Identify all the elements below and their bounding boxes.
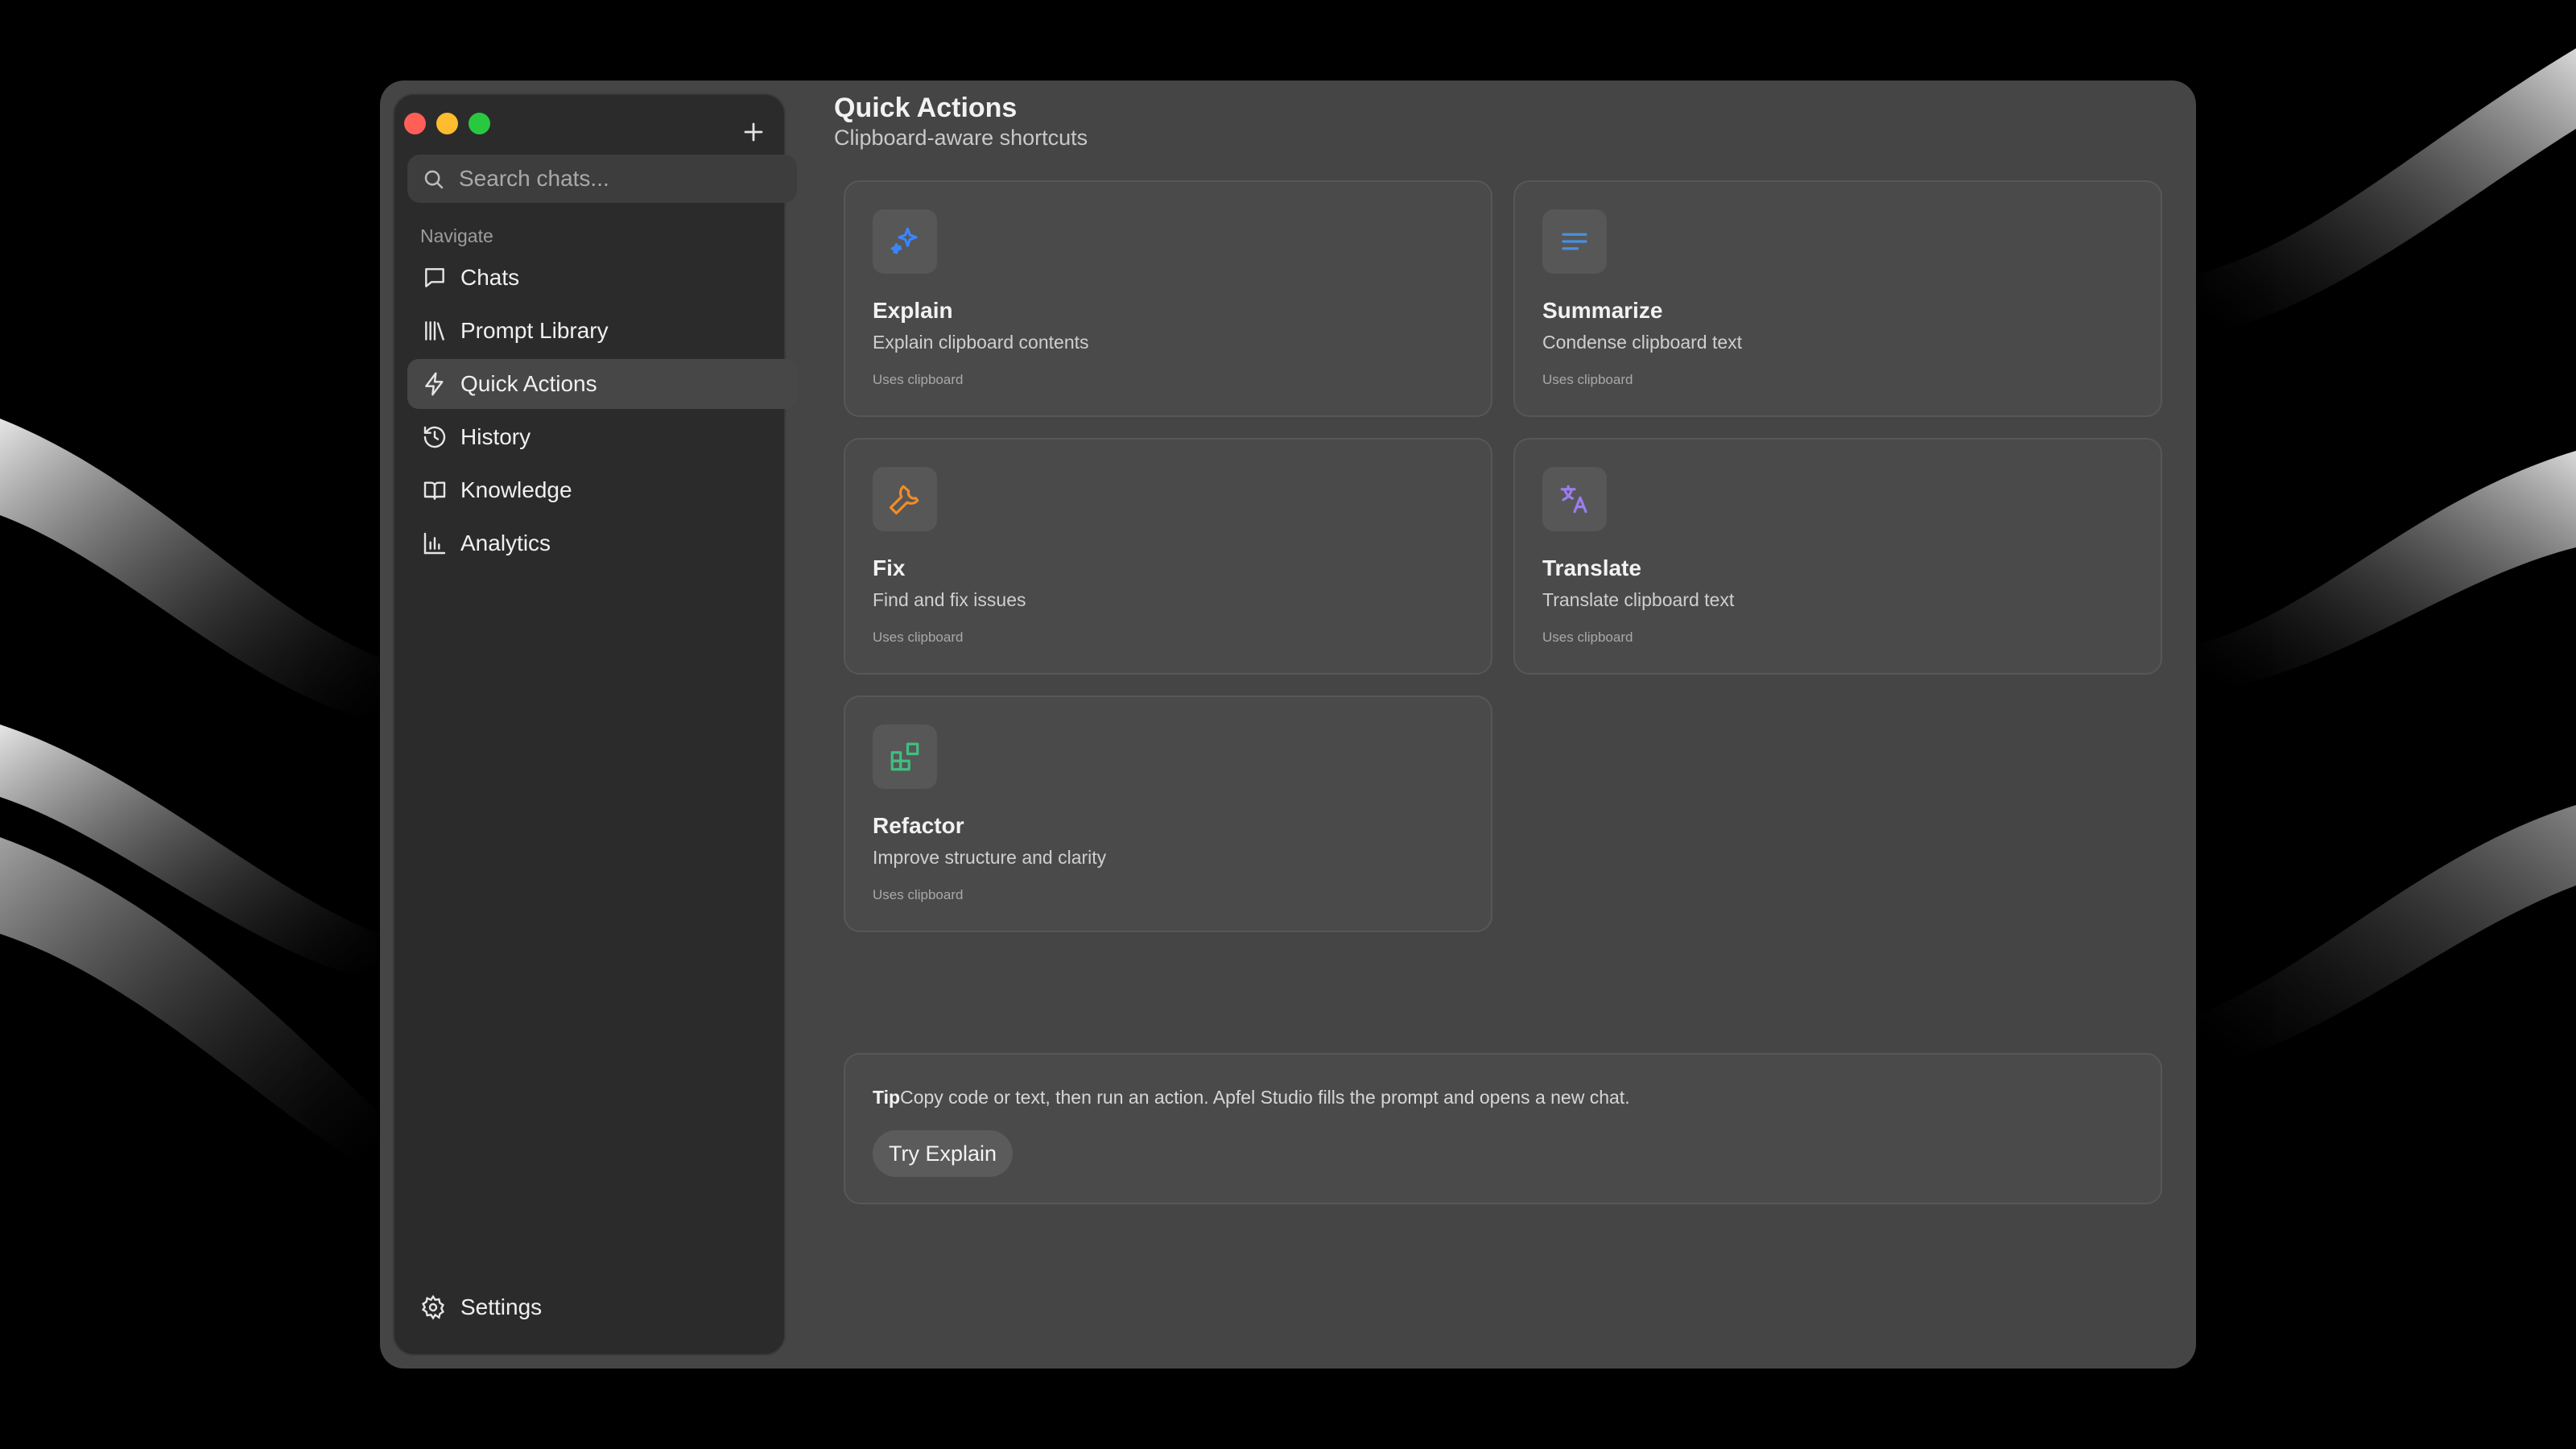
sidebar-item-prompt-library[interactable]: Prompt Library <box>407 306 797 356</box>
sidebar-item-knowledge[interactable]: Knowledge <box>407 465 797 515</box>
card-description: Improve structure and clarity <box>873 847 1107 868</box>
main-content: Quick Actions Clipboard-aware shortcuts … <box>834 80 2196 1368</box>
action-card-fix[interactable]: Fix Find and fix issues Uses clipboard <box>844 438 1492 675</box>
bolt-icon <box>425 372 444 396</box>
card-title: Refactor <box>873 813 964 838</box>
settings-button[interactable]: Settings <box>420 1294 542 1320</box>
sidebar-item-quick-actions[interactable]: Quick Actions <box>407 359 797 409</box>
action-card-explain[interactable]: Explain Explain clipboard contents Uses … <box>844 180 1492 417</box>
sidebar-item-label: History <box>460 424 531 449</box>
new-chat-button[interactable] <box>739 118 768 147</box>
nav-heading: Navigate <box>420 225 493 246</box>
sidebar-item-label: Chats <box>460 265 520 290</box>
card-description: Condense clipboard text <box>1542 332 1743 353</box>
tip-body: Copy code or text, then run an action. A… <box>900 1087 1630 1108</box>
icon-tile <box>873 724 937 789</box>
sidebar-item-label: Prompt Library <box>460 318 609 343</box>
card-note: Uses clipboard <box>873 887 964 902</box>
sidebar-item-label: Analytics <box>460 530 551 555</box>
tip-label: Tip <box>873 1087 901 1108</box>
icon-tile <box>873 209 937 274</box>
card-description: Translate clipboard text <box>1542 589 1735 610</box>
sidebar: Navigate Chats Prompt Library Quick Acti… <box>393 93 797 1356</box>
card-title: Summarize <box>1542 298 1663 323</box>
sidebar-item-label: Knowledge <box>460 477 572 502</box>
settings-label: Settings <box>460 1294 543 1319</box>
translate-icon <box>1560 485 1587 514</box>
bar-chart-icon <box>423 532 446 555</box>
sparkles-icon <box>890 227 918 254</box>
maximize-window-button[interactable] <box>469 113 490 134</box>
page-subtitle: Clipboard-aware shortcuts <box>834 126 1088 150</box>
icon-tile <box>873 467 937 531</box>
card-description: Find and fix issues <box>873 589 1026 610</box>
card-note: Uses clipboard <box>1542 372 1633 387</box>
app-window: Navigate Chats Prompt Library Quick Acti… <box>380 80 2196 1368</box>
card-note: Uses clipboard <box>873 372 964 387</box>
wrench-icon <box>889 485 919 515</box>
tip-text: TipCopy code or text, then run an action… <box>873 1087 1630 1108</box>
minimize-window-button[interactable] <box>436 113 458 134</box>
sidebar-item-label: Quick Actions <box>460 371 597 396</box>
text-lines-icon <box>1562 233 1587 250</box>
card-title: Explain <box>873 298 953 323</box>
plus-icon <box>744 122 763 142</box>
library-icon <box>425 321 444 341</box>
tip-panel: TipCopy code or text, then run an action… <box>844 1053 2162 1204</box>
search-box <box>407 155 797 203</box>
chat-bubble-icon <box>425 268 444 287</box>
card-note: Uses clipboard <box>1542 630 1633 645</box>
search-input[interactable] <box>459 155 784 203</box>
icon-tile <box>1542 209 1607 274</box>
card-description: Explain clipboard contents <box>873 332 1089 353</box>
action-card-refactor[interactable]: Refactor Improve structure and clarity U… <box>844 696 1492 932</box>
blocks-icon <box>890 742 919 771</box>
search-icon <box>424 170 444 189</box>
sidebar-item-analytics[interactable]: Analytics <box>407 518 797 568</box>
page-title: Quick Actions <box>834 93 1018 123</box>
close-window-button[interactable] <box>404 113 426 134</box>
gear-icon <box>421 1294 444 1320</box>
nav-list: Chats Prompt Library Quick Actions Histo… <box>407 253 797 572</box>
history-icon <box>423 426 446 448</box>
card-title: Translate <box>1542 555 1641 580</box>
card-note: Uses clipboard <box>873 630 964 645</box>
action-card-summarize[interactable]: Summarize Condense clipboard text Uses c… <box>1513 180 2162 417</box>
card-title: Fix <box>873 555 906 580</box>
sidebar-item-history[interactable]: History <box>407 412 797 462</box>
action-card-translate[interactable]: Translate Translate clipboard text Uses … <box>1513 438 2162 675</box>
window-controls <box>404 113 490 134</box>
icon-tile <box>1542 467 1607 531</box>
sidebar-item-chats[interactable]: Chats <box>407 253 797 303</box>
book-icon <box>423 481 446 500</box>
try-explain-button[interactable]: Try Explain <box>873 1130 1013 1177</box>
